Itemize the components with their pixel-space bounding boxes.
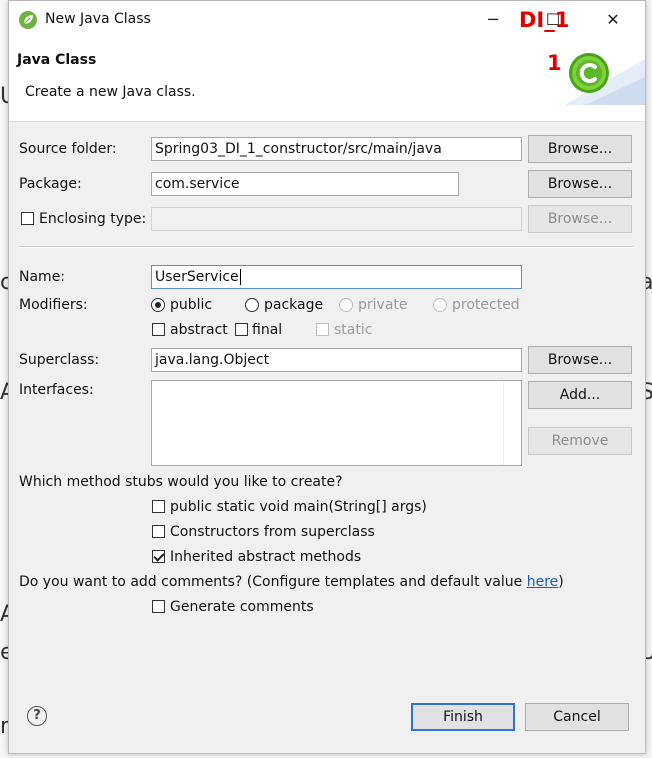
enclosing-type-checkbox[interactable]: [21, 212, 34, 225]
modifier-protected-radio: [433, 298, 447, 312]
enclosing-type-field: [151, 207, 522, 231]
generate-comments-label[interactable]: Generate comments: [170, 599, 314, 615]
superclass-field[interactable]: java.lang.Object: [151, 348, 522, 372]
constructors-checkbox[interactable]: [152, 525, 165, 538]
comments-question-text: Do you want to add comments? (Configure …: [19, 574, 527, 590]
help-icon[interactable]: ?: [27, 706, 47, 726]
new-java-class-dialog: New Java Class ─ ☐ ✕ Java Class Create a…: [8, 0, 646, 754]
modifier-protected-label: protected: [452, 297, 520, 313]
main-method-label[interactable]: public static void main(String[] args): [170, 499, 427, 515]
finish-button[interactable]: Finish: [411, 703, 515, 731]
superclass-label: Superclass:: [19, 352, 100, 368]
remove-interface-button: Remove: [528, 427, 632, 455]
main-method-checkbox[interactable]: [152, 500, 165, 513]
package-browse-button[interactable]: Browse...: [528, 170, 632, 198]
superclass-browse-button[interactable]: Browse...: [528, 346, 632, 374]
comments-question-end: ): [558, 574, 564, 590]
text-caret: [239, 269, 241, 285]
method-stubs-question: Which method stubs would you like to cre…: [19, 474, 343, 490]
source-folder-label: Source folder:: [19, 141, 117, 157]
page-subtitle: Create a new Java class.: [25, 84, 196, 100]
package-label: Package:: [19, 176, 82, 192]
annotation-number: 1: [547, 51, 562, 75]
modifier-public-label[interactable]: public: [170, 297, 212, 313]
final-checkbox[interactable]: [235, 323, 248, 336]
static-checkbox: [316, 323, 329, 336]
enclosing-type-label[interactable]: Enclosing type:: [39, 211, 146, 227]
inherited-abstract-label[interactable]: Inherited abstract methods: [170, 549, 361, 565]
annotation-label: DI_1: [519, 8, 570, 32]
abstract-checkbox[interactable]: [152, 323, 165, 336]
comments-question: Do you want to add comments? (Configure …: [19, 574, 564, 590]
package-field[interactable]: com.service: [151, 172, 459, 196]
interfaces-list[interactable]: [151, 380, 522, 466]
spring-leaf-icon: [19, 11, 37, 29]
interfaces-scrollbar[interactable]: [503, 381, 521, 465]
modifier-public-radio[interactable]: [151, 298, 165, 312]
modifier-private-radio: [339, 298, 353, 312]
add-interface-button[interactable]: Add...: [528, 381, 632, 409]
source-folder-field[interactable]: Spring03_DI_1_constructor/src/main/java: [151, 137, 522, 161]
modifiers-label: Modifiers:: [19, 297, 88, 313]
window-title: New Java Class: [45, 11, 151, 27]
modifier-package-radio[interactable]: [245, 298, 259, 312]
interfaces-label: Interfaces:: [19, 382, 94, 398]
inherited-abstract-checkbox[interactable]: [152, 550, 165, 563]
class-wizard-icon: [565, 39, 645, 105]
static-label: static: [334, 322, 373, 338]
page-title: Java Class: [17, 52, 97, 68]
configure-templates-link[interactable]: here: [527, 574, 559, 590]
cancel-button[interactable]: Cancel: [525, 703, 629, 731]
constructors-label[interactable]: Constructors from superclass: [170, 524, 375, 540]
name-value: UserService: [155, 269, 239, 285]
minimize-button[interactable]: ─: [473, 5, 513, 35]
footer-divider: [9, 661, 645, 662]
enclosing-type-browse-button: Browse...: [528, 205, 632, 233]
abstract-label[interactable]: abstract: [170, 322, 228, 338]
modifier-package-label[interactable]: package: [264, 297, 323, 313]
divider: [19, 246, 633, 248]
modifier-private-label: private: [358, 297, 408, 313]
close-button[interactable]: ✕: [593, 5, 633, 35]
generate-comments-checkbox[interactable]: [152, 600, 165, 613]
final-label[interactable]: final: [252, 322, 282, 338]
name-field[interactable]: UserService: [151, 265, 522, 289]
name-label: Name:: [19, 269, 66, 285]
source-folder-browse-button[interactable]: Browse...: [528, 135, 632, 163]
